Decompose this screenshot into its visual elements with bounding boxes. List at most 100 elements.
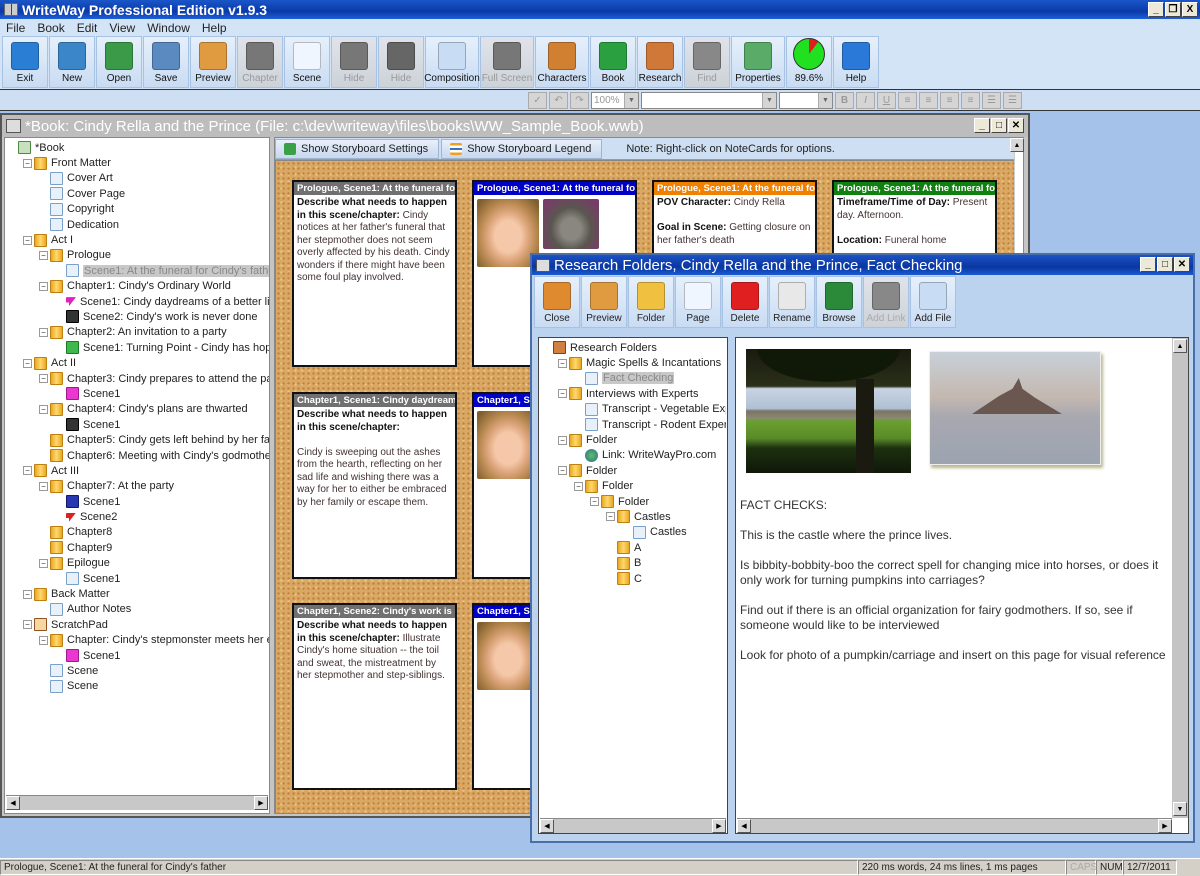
collapse-toggle-icon[interactable]: − bbox=[39, 250, 48, 260]
scroll-up-icon[interactable]: ▲ bbox=[1173, 339, 1187, 353]
tree-item[interactable]: Author Notes bbox=[7, 602, 269, 617]
rename-button[interactable]: Rename bbox=[769, 276, 815, 328]
align-center-button[interactable]: ≡ bbox=[919, 92, 938, 109]
properties-button[interactable]: Properties bbox=[731, 36, 785, 88]
tree-item[interactable]: − Prologue bbox=[7, 248, 269, 263]
delete-button[interactable]: Delete bbox=[722, 276, 768, 328]
tree-item[interactable]: Dedication bbox=[7, 217, 269, 232]
scroll-left-icon[interactable]: ◀ bbox=[540, 819, 554, 833]
collapse-toggle-icon[interactable]: − bbox=[590, 497, 599, 507]
collapse-toggle-icon[interactable]: − bbox=[39, 374, 48, 384]
tree-item[interactable]: − Folder bbox=[542, 432, 726, 447]
research-page-content[interactable]: FACT CHECKS: This is the castle where the… bbox=[735, 337, 1189, 834]
restore-button[interactable]: ❐ bbox=[1165, 2, 1181, 17]
bold-button[interactable]: B bbox=[835, 92, 854, 109]
help-button[interactable]: Help bbox=[833, 36, 879, 88]
tree-item[interactable]: − Act II bbox=[7, 355, 269, 370]
tree-item[interactable]: Chapter5: Cindy gets left behind by her … bbox=[7, 432, 269, 447]
tree-item[interactable]: − Folder bbox=[542, 463, 726, 478]
open-button[interactable]: Open bbox=[96, 36, 142, 88]
show-storyboard-settings-button[interactable]: Show Storyboard Settings bbox=[275, 138, 440, 159]
folder-button[interactable]: Folder bbox=[628, 276, 674, 328]
preview-button[interactable]: Preview bbox=[581, 276, 627, 328]
scroll-left-icon[interactable]: ◀ bbox=[6, 796, 20, 810]
collapse-toggle-icon[interactable]: − bbox=[558, 358, 567, 368]
underline-button[interactable]: U bbox=[877, 92, 896, 109]
tree-item[interactable]: Scene bbox=[7, 663, 269, 678]
tree-item[interactable]: A bbox=[542, 540, 726, 555]
close-button[interactable]: Close bbox=[534, 276, 580, 328]
collapse-toggle-icon[interactable]: − bbox=[23, 158, 32, 168]
page-button[interactable]: Page bbox=[675, 276, 721, 328]
tree-item[interactable]: Castles bbox=[542, 525, 726, 540]
collapse-toggle-icon[interactable]: − bbox=[39, 481, 48, 491]
tree-item[interactable]: *Book bbox=[7, 140, 269, 155]
tree-item[interactable]: Scene1 bbox=[7, 417, 269, 432]
bullet-list-button[interactable]: ☰ bbox=[982, 92, 1001, 109]
tree-item[interactable]: − Folder bbox=[542, 479, 726, 494]
tree-item[interactable]: Fact Checking bbox=[542, 371, 726, 386]
minimize-button[interactable]: _ bbox=[1148, 2, 1164, 17]
tree-item[interactable]: Chapter9 bbox=[7, 540, 269, 555]
research-minimize-button[interactable]: _ bbox=[1140, 257, 1156, 272]
collapse-toggle-icon[interactable]: − bbox=[574, 481, 583, 491]
add-link-button[interactable]: Add Link bbox=[863, 276, 909, 328]
tree-item[interactable]: Scene1 bbox=[7, 386, 269, 401]
menu-view[interactable]: View bbox=[103, 21, 141, 35]
add-file-button[interactable]: Add File bbox=[910, 276, 956, 328]
menu-window[interactable]: Window bbox=[141, 21, 196, 35]
collapse-toggle-icon[interactable]: − bbox=[558, 466, 567, 476]
find-button[interactable]: Find bbox=[684, 36, 730, 88]
hide-button[interactable]: Hide bbox=[378, 36, 424, 88]
scroll-right-icon[interactable]: ▶ bbox=[1158, 819, 1172, 833]
tree-item[interactable]: − Chapter: Cindy's stepmonster meets her … bbox=[7, 633, 269, 648]
notecard[interactable]: Prologue, Scene1: At the funeral for Cin… bbox=[292, 180, 457, 367]
tree-item[interactable]: Chapter8 bbox=[7, 525, 269, 540]
zoom-select[interactable]: 100% ▼ bbox=[591, 92, 639, 109]
tree-item[interactable]: − Back Matter bbox=[7, 586, 269, 601]
book-close-button[interactable]: ✕ bbox=[1008, 118, 1024, 133]
collapse-toggle-icon[interactable]: − bbox=[39, 327, 48, 337]
font-select[interactable]: ▼ bbox=[641, 92, 777, 109]
hide-button[interactable]: Hide bbox=[331, 36, 377, 88]
scroll-up-icon[interactable]: ▲ bbox=[1010, 138, 1024, 152]
tree-item[interactable]: Cover Art bbox=[7, 171, 269, 186]
tree-item[interactable]: Cover Page bbox=[7, 186, 269, 201]
align-right-button[interactable]: ≡ bbox=[940, 92, 959, 109]
book-button[interactable]: Book bbox=[590, 36, 636, 88]
menu-file[interactable]: File bbox=[0, 21, 31, 35]
save-button[interactable]: Save bbox=[143, 36, 189, 88]
tree-item[interactable]: Scene1: Turning Point - Cindy has hope! bbox=[7, 340, 269, 355]
full-screen-button[interactable]: Full Screen bbox=[480, 36, 534, 88]
tree-item[interactable]: − Epilogue bbox=[7, 556, 269, 571]
tree-item[interactable]: Scene2 bbox=[7, 509, 269, 524]
research-page-vscrollbar[interactable]: ▲ ▼ bbox=[1172, 338, 1188, 818]
preview-button[interactable]: Preview bbox=[190, 36, 236, 88]
collapse-toggle-icon[interactable]: − bbox=[23, 235, 32, 245]
collapse-toggle-icon[interactable]: − bbox=[23, 358, 32, 368]
tree-item[interactable]: − Act III bbox=[7, 463, 269, 478]
show-storyboard-legend-button[interactable]: Show Storyboard Legend bbox=[441, 138, 603, 159]
tree-item[interactable]: Scene1: At the funeral for Cindy's fathe… bbox=[7, 263, 269, 278]
research-page-hscrollbar[interactable]: ◀ ▶ bbox=[737, 818, 1172, 833]
justify-button[interactable]: ≡ bbox=[961, 92, 980, 109]
tree-item[interactable]: Copyright bbox=[7, 202, 269, 217]
tree-item[interactable]: − Front Matter bbox=[7, 155, 269, 170]
font-size-select[interactable]: ▼ bbox=[779, 92, 833, 109]
exit-button[interactable]: Exit bbox=[2, 36, 48, 88]
tree-item[interactable]: − Chapter2: An invitation to a party bbox=[7, 325, 269, 340]
tree-item[interactable]: − Magic Spells & Incantations bbox=[542, 355, 726, 370]
collapse-toggle-icon[interactable]: − bbox=[606, 512, 615, 522]
book-minimize-button[interactable]: _ bbox=[974, 118, 990, 133]
tree-item[interactable]: Scene1 bbox=[7, 494, 269, 509]
tree-item[interactable]: − Act I bbox=[7, 232, 269, 247]
tree-item[interactable]: − Interviews with Experts bbox=[542, 386, 726, 401]
scroll-down-icon[interactable]: ▼ bbox=[1173, 802, 1187, 816]
tree-item[interactable]: − Chapter4: Cindy's plans are thwarted bbox=[7, 402, 269, 417]
browse-button[interactable]: Browse bbox=[816, 276, 862, 328]
collapse-toggle-icon[interactable]: − bbox=[23, 466, 32, 476]
scroll-right-icon[interactable]: ▶ bbox=[254, 796, 268, 810]
tree-item[interactable]: Research Folders bbox=[542, 340, 726, 355]
research-tree-hscrollbar[interactable]: ◀ ▶ bbox=[540, 818, 726, 833]
89-6-button[interactable]: 89.6% bbox=[786, 36, 832, 88]
